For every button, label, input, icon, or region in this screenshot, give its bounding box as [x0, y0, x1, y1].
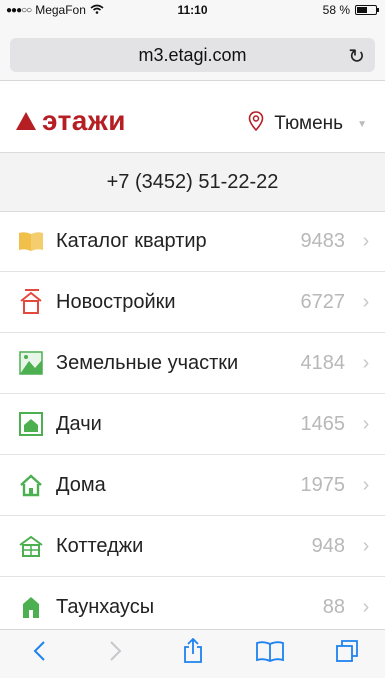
- browser-bar: m3.etagi.com ↻: [0, 20, 385, 81]
- list-item-count: 88: [322, 595, 345, 618]
- list-item-count: 9483: [300, 229, 346, 252]
- battery-info: 58 %: [322, 3, 379, 17]
- chevron-right-icon: ›: [362, 351, 370, 374]
- phone-number: +7 (3452) 51-22-22: [106, 170, 279, 193]
- chevron-right-icon: ›: [362, 534, 370, 557]
- city-selector[interactable]: Тюмень ▼: [248, 111, 367, 137]
- house-icon: [18, 472, 44, 498]
- crane-house-icon: [18, 289, 44, 315]
- chevron-right-icon: ›: [362, 412, 370, 435]
- list-item-count: 6727: [300, 290, 346, 313]
- townhouse-icon: [18, 594, 44, 620]
- status-bar: ●●●○○ MegaFon 11:10 58 %: [0, 0, 385, 20]
- chevron-right-icon: ›: [362, 290, 370, 313]
- list-item-label: Каталог квартир: [56, 229, 207, 252]
- city-name: Тюмень: [274, 113, 344, 134]
- list-item[interactable]: Дачи 1465 ›: [0, 394, 385, 455]
- chevron-right-icon: ›: [362, 473, 370, 496]
- category-list: Каталог квартир 9483 › Новостройки 6727 › Земе…: [0, 211, 385, 638]
- address-bar[interactable]: m3.etagi.com ↻: [10, 38, 375, 72]
- reload-icon[interactable]: ↻: [348, 44, 365, 69]
- chevron-right-icon: ›: [362, 595, 370, 618]
- cottage-icon: [18, 533, 44, 559]
- list-item-label: Новостройки: [56, 290, 176, 313]
- dacha-icon: [18, 411, 44, 437]
- list-item[interactable]: Коттеджи 948 ›: [0, 516, 385, 577]
- chevron-down-icon: ▼: [357, 118, 367, 130]
- logo[interactable]: этажи: [16, 107, 126, 135]
- logo-text: этажи: [42, 105, 126, 136]
- list-item-count: 1465: [300, 412, 346, 435]
- forward-icon[interactable]: [96, 640, 136, 669]
- book-icon: [18, 228, 44, 254]
- tabs-icon[interactable]: [327, 639, 367, 670]
- battery-percent: 58 %: [322, 3, 350, 17]
- list-item[interactable]: Дома 1975 ›: [0, 455, 385, 516]
- back-icon[interactable]: [19, 640, 59, 669]
- list-item-count: 948: [311, 534, 345, 557]
- phone-link[interactable]: +7 (3452) 51-22-22: [0, 152, 385, 212]
- list-item-label: Коттеджи: [56, 534, 144, 557]
- list-item-label: Таунхаусы: [56, 595, 155, 618]
- battery-icon: [355, 5, 379, 15]
- list-item[interactable]: Каталог квартир 9483 ›: [0, 211, 385, 272]
- url-text: m3.etagi.com: [138, 44, 247, 65]
- list-item-count: 4184: [300, 351, 346, 374]
- bookmarks-icon[interactable]: [250, 640, 290, 669]
- land-icon: [18, 350, 44, 376]
- list-item[interactable]: Земельные участки 4184 ›: [0, 333, 385, 394]
- list-item-count: 1975: [300, 473, 346, 496]
- chevron-right-icon: ›: [362, 229, 370, 252]
- share-icon[interactable]: [173, 637, 213, 671]
- location-pin-icon: [248, 111, 264, 137]
- browser-toolbar: [0, 629, 385, 678]
- site-header: этажи Тюмень ▼: [0, 81, 385, 151]
- list-item-label: Дачи: [56, 412, 102, 435]
- list-item[interactable]: Новостройки 6727 ›: [0, 272, 385, 333]
- list-item-label: Дома: [56, 473, 106, 496]
- logo-roof-icon: [16, 112, 36, 130]
- list-item-label: Земельные участки: [56, 351, 239, 374]
